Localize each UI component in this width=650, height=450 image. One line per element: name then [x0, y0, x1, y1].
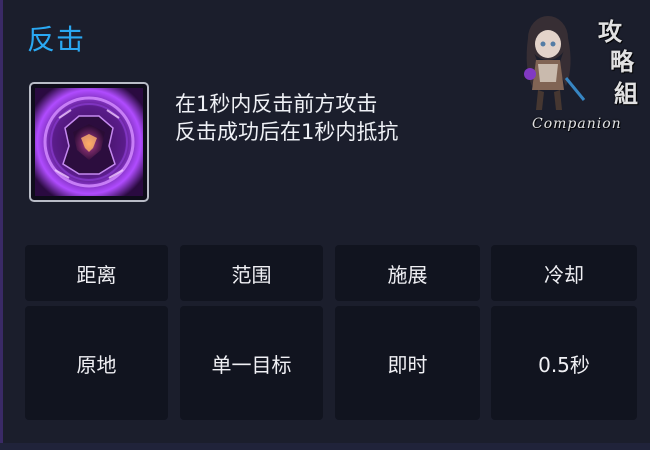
watermark-glyph-3: 組	[614, 79, 638, 108]
stat-header-cooldown: 冷却	[491, 245, 637, 301]
description-line-2: 反击成功后在1秒内抵抗	[175, 120, 399, 144]
skill-title: 反击	[27, 23, 86, 56]
stat-value-area: 单一目标	[180, 306, 323, 420]
watermark-companion-label: Companion	[532, 116, 622, 132]
skill-icon-frame[interactable]	[29, 82, 149, 202]
companion-watermark: 攻 略 組 Companion	[510, 8, 645, 138]
stat-value-cast: 即时	[335, 306, 480, 420]
stat-header-range: 距离	[25, 245, 168, 301]
chibi-character-icon	[524, 16, 586, 110]
stat-value-cooldown: 0.5秒	[491, 306, 637, 420]
watermark-glyph-2: 略	[610, 47, 634, 76]
panel-bottom-edge	[0, 443, 650, 450]
panel-left-edge	[0, 0, 3, 450]
skill-description: 在1秒内反击前方攻击 反击成功后在1秒内抵抗	[175, 90, 398, 146]
counter-armor-icon	[35, 88, 143, 196]
stat-header-cast: 施展	[335, 245, 480, 301]
stat-header-area: 范围	[180, 245, 323, 301]
description-line-1: 在1秒内反击前方攻击	[175, 92, 378, 116]
stat-value-range: 原地	[25, 306, 168, 420]
